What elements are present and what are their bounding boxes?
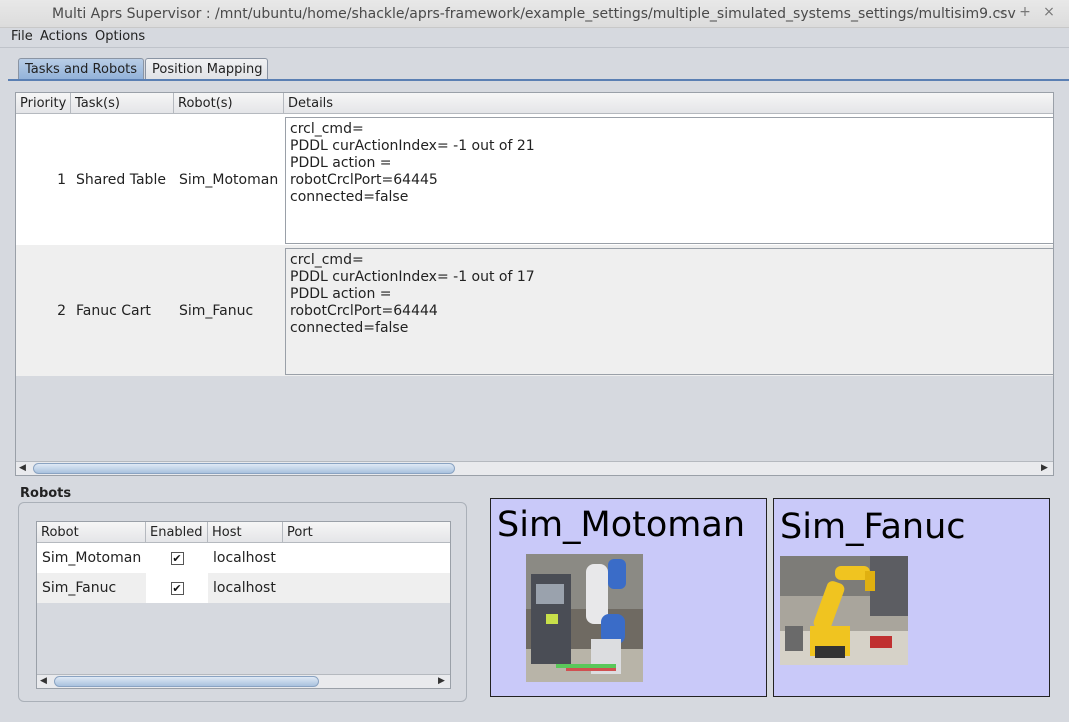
- fanuc-robot-image: [780, 556, 908, 665]
- scroll-right-icon[interactable]: ▶: [438, 676, 445, 686]
- enabled-cell: ✔: [146, 573, 208, 603]
- task-table-header: Priority Task(s) Robot(s) Details: [16, 93, 1053, 114]
- menu-file[interactable]: File: [11, 29, 33, 44]
- scrollbar-thumb[interactable]: [54, 676, 319, 687]
- title-bar: Multi Aprs Supervisor : /mnt/ubuntu/home…: [0, 0, 1069, 28]
- task-table: Priority Task(s) Robot(s) Details 1 Shar…: [15, 92, 1054, 476]
- column-header-robots[interactable]: Robot(s): [174, 93, 284, 114]
- maximize-icon[interactable]: +: [1017, 4, 1033, 20]
- details-line: robotCrclPort=64445: [290, 172, 438, 188]
- robot-card-title: Sim_Fanuc: [780, 507, 966, 547]
- task-table-horizontal-scrollbar[interactable]: ◀ ▶: [16, 461, 1053, 475]
- column-header-priority[interactable]: Priority: [16, 93, 71, 114]
- motoman-robot-image: [526, 554, 643, 682]
- robot-name-cell: Sim_Motoman: [42, 550, 142, 566]
- menu-options[interactable]: Options: [95, 29, 145, 44]
- menu-bar: File Actions Options: [0, 28, 1069, 48]
- close-icon[interactable]: ×: [1041, 4, 1057, 20]
- column-header-port[interactable]: Port: [283, 522, 450, 543]
- robot-card-title: Sim_Motoman: [497, 505, 746, 545]
- robots-table-horizontal-scrollbar[interactable]: ◀ ▶: [37, 674, 450, 688]
- robot-cell: Sim_Fanuc: [179, 302, 254, 319]
- window-title: Multi Aprs Supervisor : /mnt/ubuntu/home…: [52, 6, 1016, 22]
- task-cell: Shared Table: [76, 171, 166, 188]
- details-text-area[interactable]: crcl_cmd= PDDL curActionIndex= -1 out of…: [285, 248, 1054, 375]
- details-line: PDDL action =: [290, 155, 392, 171]
- details-line: PDDL curActionIndex= -1 out of 17: [290, 269, 535, 285]
- tab-underline: [8, 79, 1069, 81]
- table-row[interactable]: Sim_Fanuc ✔ localhost: [37, 573, 450, 603]
- details-line: connected=false: [290, 320, 409, 336]
- priority-cell: 2: [57, 302, 66, 319]
- scroll-left-icon[interactable]: ◀: [40, 676, 47, 686]
- table-row[interactable]: Sim_Motoman ✔ localhost: [37, 543, 450, 573]
- details-text-area[interactable]: crcl_cmd= PDDL curActionIndex= -1 out of…: [285, 117, 1054, 244]
- enabled-cell: ✔: [146, 543, 208, 573]
- task-cell: Fanuc Cart: [76, 302, 151, 319]
- table-row[interactable]: 2 Fanuc Cart Sim_Fanuc crcl_cmd= PDDL cu…: [16, 245, 1054, 376]
- robot-card-sim-fanuc: Sim_Fanuc: [773, 498, 1050, 697]
- enabled-checkbox[interactable]: ✔: [170, 581, 184, 595]
- robots-table-header: Robot Enabled Host Port: [37, 522, 450, 543]
- robot-card-sim-motoman: Sim_Motoman: [490, 498, 767, 697]
- robots-table: Robot Enabled Host Port Sim_Motoman ✔ lo…: [36, 521, 451, 689]
- menu-actions[interactable]: Actions: [40, 29, 88, 44]
- column-header-host[interactable]: Host: [208, 522, 283, 543]
- port-cell[interactable]: [288, 543, 448, 573]
- details-line: PDDL action =: [290, 286, 392, 302]
- host-cell: localhost: [213, 550, 276, 566]
- details-line: crcl_cmd=: [290, 121, 364, 137]
- enabled-checkbox[interactable]: ✔: [170, 551, 184, 565]
- column-header-enabled[interactable]: Enabled: [146, 522, 208, 543]
- column-header-robot[interactable]: Robot: [37, 522, 146, 543]
- host-cell: localhost: [213, 580, 276, 596]
- details-line: crcl_cmd=: [290, 252, 364, 268]
- robots-panel: Robot Enabled Host Port Sim_Motoman ✔ lo…: [18, 502, 467, 702]
- tab-tasks-and-robots[interactable]: Tasks and Robots: [18, 58, 144, 81]
- robot-cell: Sim_Motoman: [179, 171, 279, 188]
- details-line: PDDL curActionIndex= -1 out of 21: [290, 138, 535, 154]
- tab-position-mapping[interactable]: Position Mapping: [145, 58, 268, 81]
- details-line: robotCrclPort=64444: [290, 303, 438, 319]
- scroll-left-icon[interactable]: ◀: [19, 463, 26, 473]
- details-line: connected=false: [290, 189, 409, 205]
- priority-cell: 1: [57, 171, 66, 188]
- scrollbar-thumb[interactable]: [33, 463, 455, 474]
- robots-section-label: Robots: [20, 486, 72, 501]
- column-header-details[interactable]: Details: [284, 93, 1053, 114]
- port-cell[interactable]: [288, 573, 448, 603]
- table-row[interactable]: 1 Shared Table Sim_Motoman crcl_cmd= PDD…: [16, 114, 1054, 245]
- minimize-icon[interactable]: –: [993, 4, 1009, 20]
- robot-name-cell: Sim_Fanuc: [42, 580, 117, 596]
- column-header-tasks[interactable]: Task(s): [71, 93, 174, 114]
- scroll-right-icon[interactable]: ▶: [1041, 463, 1048, 473]
